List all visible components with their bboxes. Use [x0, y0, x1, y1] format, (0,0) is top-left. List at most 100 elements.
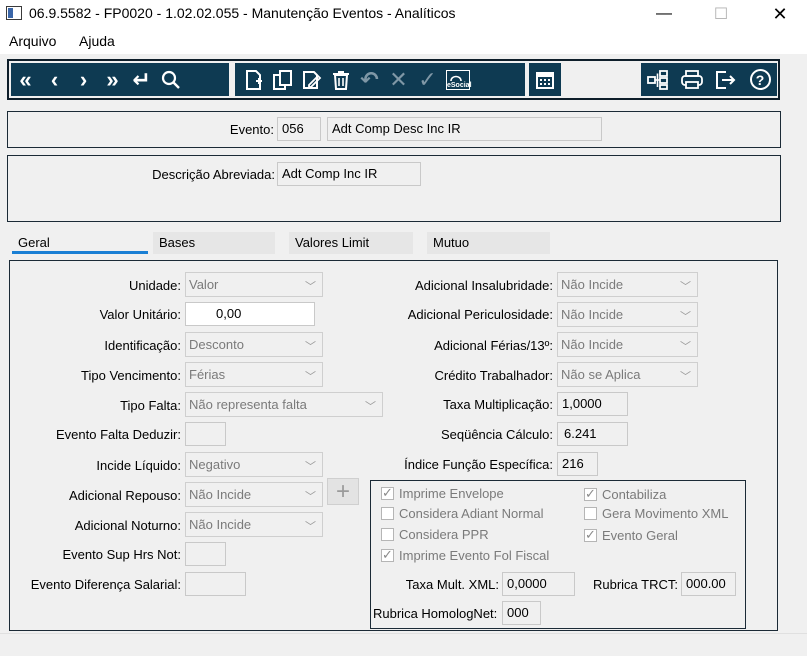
- navigation-group: « ‹ › » ↵: [11, 63, 229, 96]
- incide-liquido-select[interactable]: Negativo ﹀: [185, 452, 323, 477]
- taxa-mult-xml-label: Taxa Mult. XML:: [405, 577, 499, 592]
- rubrica-trct-field[interactable]: 000.00: [681, 572, 736, 596]
- sequencia-calculo-field[interactable]: 6.241: [557, 422, 628, 446]
- checkbox-box[interactable]: [381, 507, 394, 520]
- adicional-ferias-select[interactable]: Não Incide ﹀: [557, 332, 698, 357]
- credito-trabalhador-select[interactable]: Não se Aplica ﹀: [557, 362, 698, 387]
- chevron-down-icon: ﹀: [365, 401, 376, 413]
- tab-mutuo[interactable]: Mutuo: [427, 232, 550, 254]
- help-icon[interactable]: ?: [743, 63, 777, 96]
- tipo-falta-label: Tipo Falta:: [120, 398, 181, 413]
- checkbox-box[interactable]: [584, 527, 597, 543]
- indice-funcao-field[interactable]: 216: [557, 452, 598, 476]
- incide-liquido-label: Incide Líquido:: [96, 458, 181, 473]
- chevron-down-icon: ﹀: [680, 341, 691, 353]
- search-icon[interactable]: [156, 63, 185, 96]
- tab-valores-limit[interactable]: Valores Limit: [289, 232, 413, 254]
- checkbox-box[interactable]: [381, 528, 394, 541]
- considera-ppr-checkbox[interactable]: Considera PPR: [381, 527, 489, 542]
- evento-code-field[interactable]: 056: [277, 117, 321, 141]
- tab-geral[interactable]: Geral: [12, 232, 148, 254]
- identificacao-label: Identificação:: [104, 338, 181, 353]
- tipo-vencimento-select[interactable]: Férias ﹀: [185, 362, 323, 387]
- taxa-multiplicacao-field[interactable]: 1,0000: [557, 392, 628, 416]
- tipo-falta-select[interactable]: Não representa falta ﹀: [185, 392, 383, 417]
- chevron-down-icon: ﹀: [305, 521, 316, 533]
- checkbox-box[interactable]: [381, 547, 394, 563]
- rubrica-trct-label: Rubrica TRCT:: [592, 577, 678, 592]
- confirm-icon[interactable]: ✓: [413, 63, 442, 96]
- cancel-icon[interactable]: ✕: [384, 63, 413, 96]
- minimize-button[interactable]: —: [641, 0, 687, 28]
- checkbox-box[interactable]: [381, 485, 394, 501]
- calendar-group: [529, 63, 561, 96]
- undo-icon[interactable]: ↶: [355, 63, 384, 96]
- taxa-mult-xml-field[interactable]: 0,0000: [502, 572, 575, 596]
- tab-bases[interactable]: Bases: [153, 232, 275, 254]
- rubrica-homolognet-field[interactable]: 000: [502, 601, 541, 625]
- adicional-ferias-label: Adicional Férias/13º:: [434, 338, 553, 353]
- esocial-icon[interactable]: eSocial: [442, 63, 474, 96]
- esocial-label: eSocial: [447, 81, 472, 89]
- imprime-evento-fol-fiscal-checkbox[interactable]: Imprime Evento Fol Fiscal: [381, 547, 549, 563]
- adicional-insalubridade-select[interactable]: Não Incide ﹀: [557, 272, 698, 297]
- adicional-noturno-select[interactable]: Não Incide ﹀: [185, 512, 323, 537]
- chevron-down-icon: ﹀: [305, 461, 316, 473]
- calendar-icon[interactable]: [529, 63, 561, 96]
- credito-trabalhador-label: Crédito Trabalhador:: [434, 368, 553, 383]
- unidade-select[interactable]: Valor ﹀: [185, 272, 323, 297]
- evento-label: Evento:: [229, 122, 274, 137]
- return-icon[interactable]: ↵: [127, 63, 156, 96]
- indice-funcao-label: Índice Função Específica:: [404, 457, 553, 472]
- exit-icon[interactable]: [709, 63, 743, 96]
- toolbar: « ‹ › » ↵ ↶ ✕ ✓ eSocial ?: [7, 59, 780, 100]
- right-group: ?: [641, 63, 777, 96]
- adicional-repouso-select[interactable]: Não Incide ﹀: [185, 482, 323, 507]
- imprime-envelope-checkbox[interactable]: Imprime Envelope: [381, 485, 504, 501]
- valor-unitario-field[interactable]: 0,00: [185, 302, 315, 326]
- close-button[interactable]: ✕: [757, 0, 803, 28]
- previous-icon[interactable]: ‹: [40, 63, 69, 96]
- app-icon[interactable]: [6, 6, 22, 20]
- adicional-periculosidade-select[interactable]: Não Incide ﹀: [557, 302, 698, 327]
- chevron-down-icon: ﹀: [680, 281, 691, 293]
- checkbox-box[interactable]: [584, 486, 597, 502]
- evento-name-field[interactable]: Adt Comp Desc Inc IR: [327, 117, 602, 141]
- taxa-multiplicacao-label: Taxa Multiplicação:: [443, 397, 553, 412]
- new-record-icon[interactable]: [239, 63, 268, 96]
- status-bar: [0, 633, 807, 656]
- adicional-noturno-label: Adicional Noturno:: [74, 518, 181, 533]
- menu-bar: [0, 28, 807, 54]
- maximize-button[interactable]: ☐: [698, 0, 744, 28]
- evento-geral-checkbox[interactable]: Evento Geral: [584, 527, 678, 543]
- next-icon[interactable]: ›: [69, 63, 98, 96]
- print-icon[interactable]: [675, 63, 709, 96]
- evento-falta-deduzir-field[interactable]: [185, 422, 226, 446]
- checkbox-box[interactable]: [584, 507, 597, 520]
- evento-sup-hrs-not-field[interactable]: [185, 542, 226, 566]
- evento-sup-hrs-not-label: Evento Sup Hrs Not:: [62, 547, 182, 562]
- add-button[interactable]: +: [327, 478, 359, 505]
- adicional-repouso-label: Adicional Repouso:: [68, 488, 181, 503]
- evento-falta-deduzir-label: Evento Falta Deduzir:: [55, 427, 181, 442]
- first-icon[interactable]: «: [11, 63, 40, 96]
- valor-unitario-label: Valor Unitário:: [99, 307, 181, 322]
- evento-diferenca-salarial-field[interactable]: [185, 572, 246, 596]
- window-title: 06.9.5582 - FP0020 - 1.02.02.055 - Manut…: [29, 5, 456, 21]
- identificacao-select[interactable]: Desconto ﹀: [185, 332, 323, 357]
- chevron-down-icon: ﹀: [305, 371, 316, 383]
- considera-adiant-normal-checkbox[interactable]: Considera Adiant Normal: [381, 506, 544, 521]
- tipo-vencimento-label: Tipo Vencimento:: [81, 368, 181, 383]
- edit-icon[interactable]: [297, 63, 326, 96]
- descricao-field[interactable]: Adt Comp Inc IR: [277, 162, 421, 186]
- copy-icon[interactable]: [268, 63, 297, 96]
- menu-arquivo[interactable]: Arquivo: [9, 33, 56, 49]
- delete-icon[interactable]: [326, 63, 355, 96]
- gera-movimento-xml-checkbox[interactable]: Gera Movimento XML: [584, 506, 728, 521]
- rubrica-homolognet-label: Rubrica HomologNet:: [373, 606, 498, 621]
- unidade-label: Unidade:: [128, 278, 181, 293]
- contabiliza-checkbox[interactable]: Contabiliza: [584, 486, 666, 502]
- structure-icon[interactable]: [641, 63, 675, 96]
- menu-ajuda[interactable]: Ajuda: [79, 33, 115, 49]
- last-icon[interactable]: »: [98, 63, 127, 96]
